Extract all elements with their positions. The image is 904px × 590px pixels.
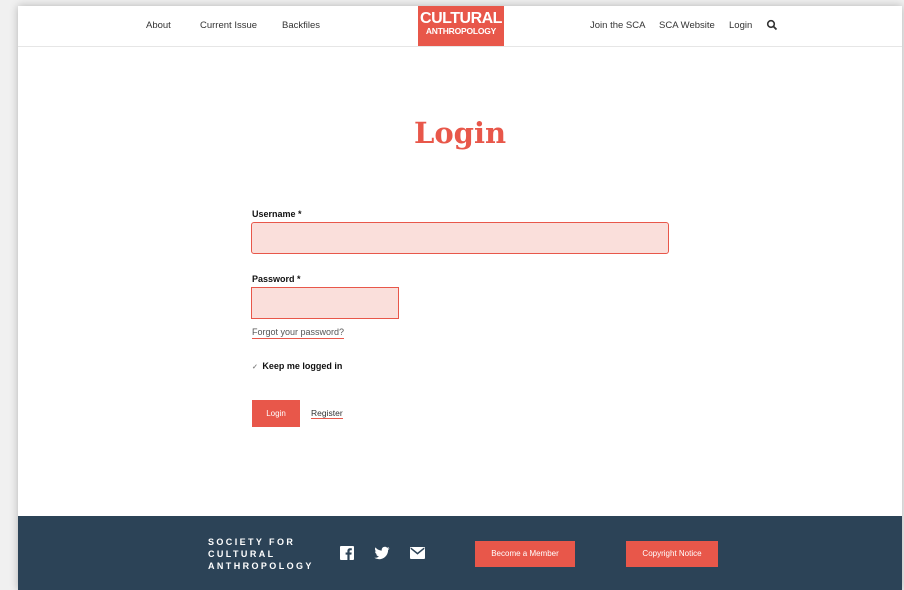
nav-login[interactable]: Login (729, 20, 752, 31)
society-name: SOCIETY FOR CULTURAL ANTHROPOLOGY (208, 536, 314, 572)
keep-logged-in-checkbox[interactable]: ✓ (252, 363, 258, 371)
password-label: Password * (252, 274, 301, 284)
top-navigation: About Current Issue Backfiles CULTURAL A… (18, 6, 902, 47)
society-line-3: ANTHROPOLOGY (208, 561, 314, 571)
nav-sca-website[interactable]: SCA Website (659, 20, 715, 31)
password-input[interactable] (251, 287, 399, 319)
logo-line-1: CULTURAL (420, 10, 502, 27)
society-line-1: SOCIETY FOR (208, 537, 296, 547)
keep-logged-in-label: Keep me logged in (262, 361, 343, 371)
browser-page: About Current Issue Backfiles CULTURAL A… (18, 6, 902, 590)
username-label: Username * (252, 209, 302, 219)
username-input[interactable] (251, 222, 669, 254)
keep-logged-in-row: ✓ Keep me logged in (252, 361, 342, 371)
forgot-password-link[interactable]: Forgot your password? (252, 327, 345, 339)
twitter-icon[interactable] (374, 546, 390, 560)
copyright-notice-button[interactable]: Copyright Notice (626, 541, 718, 567)
footer: SOCIETY FOR CULTURAL ANTHROPOLOGY Become… (18, 516, 902, 590)
register-link[interactable]: Register (311, 408, 343, 419)
nav-current-issue[interactable]: Current Issue (200, 20, 257, 31)
become-member-button[interactable]: Become a Member (475, 541, 575, 567)
login-button[interactable]: Login (252, 400, 300, 427)
page-title: Login (413, 116, 507, 150)
nav-backfiles[interactable]: Backfiles (282, 20, 320, 31)
email-icon[interactable] (410, 546, 425, 560)
search-icon[interactable] (766, 19, 778, 31)
facebook-icon[interactable] (340, 546, 354, 560)
nav-about[interactable]: About (146, 20, 171, 31)
site-logo[interactable]: CULTURAL ANTHROPOLOGY (418, 6, 504, 46)
nav-join-sca[interactable]: Join the SCA (590, 20, 645, 31)
society-line-2: CULTURAL (208, 549, 276, 559)
logo-line-2: ANTHROPOLOGY (425, 26, 497, 36)
